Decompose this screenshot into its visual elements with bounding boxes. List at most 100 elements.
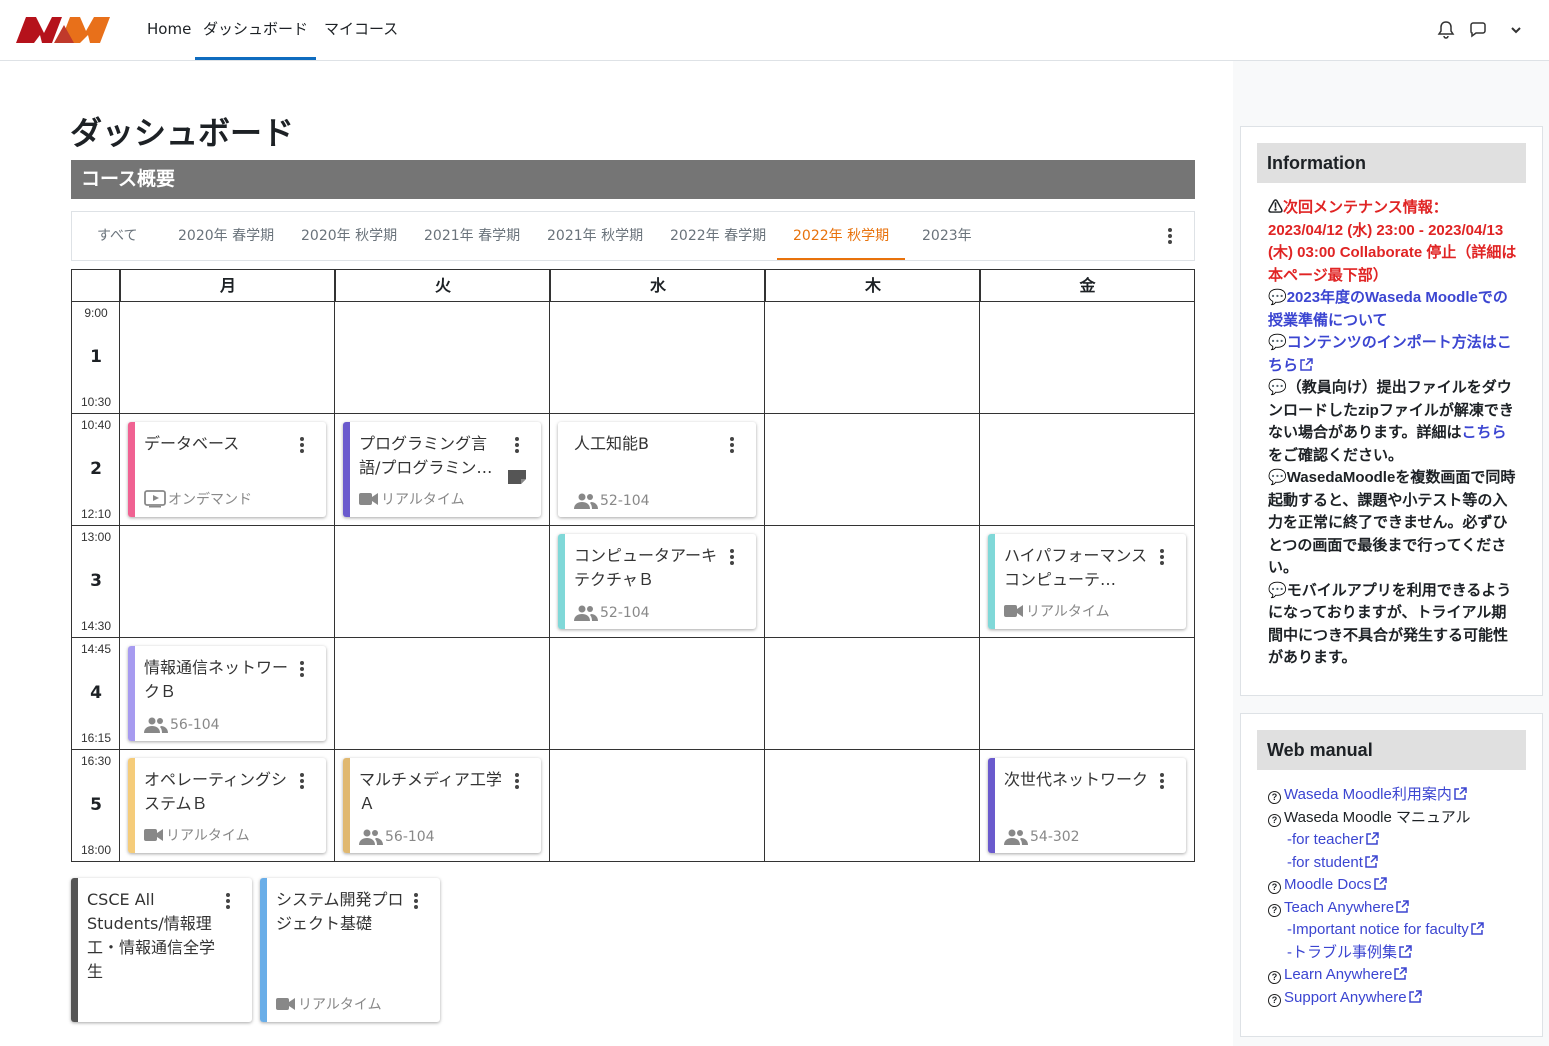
course-card[interactable]: プログラミング言語/プログラミン… リアルタイム bbox=[343, 422, 541, 517]
course-title[interactable]: 次世代ネットワーク bbox=[1004, 768, 1150, 816]
period-start-time: 13:00 bbox=[80, 530, 112, 544]
information-title: Information bbox=[1257, 143, 1526, 183]
course-card[interactable]: データベース オンデマンド bbox=[128, 422, 326, 517]
web-manual-block: Web manual ? Waseda Moodle利用案内 ? Waseda Mo… bbox=[1240, 713, 1543, 1037]
chat-icon: 💬 bbox=[1268, 334, 1287, 351]
course-card[interactable]: コンピュータアーキテクチャＢ 52-104 bbox=[558, 534, 756, 629]
course-title[interactable]: システム開発プロジェクト基礎 bbox=[276, 888, 404, 936]
course-card[interactable]: 情報通信ネットワークＢ 56-104 bbox=[128, 646, 326, 741]
course-meta: 56-104 bbox=[385, 829, 435, 845]
manual-link[interactable]: -for student bbox=[1287, 854, 1363, 871]
day-header-thu: 木 bbox=[765, 270, 980, 302]
manual-link[interactable]: -for teacher bbox=[1287, 831, 1364, 848]
question-icon: ? bbox=[1268, 813, 1281, 827]
course-card[interactable]: CSCE All Students/情報理工・情報通信全学生 bbox=[71, 878, 252, 1022]
manual-link[interactable]: Learn Anywhere bbox=[1284, 966, 1392, 983]
course-menu-icon[interactable] bbox=[724, 435, 740, 455]
question-icon: ? bbox=[1268, 791, 1281, 804]
tab-2020-spring[interactable]: 2020年 春学期 bbox=[162, 212, 290, 260]
manual-link[interactable]: Waseda Moodle利用案内 bbox=[1284, 786, 1452, 803]
period-number: 2 bbox=[90, 459, 102, 479]
course-color-bar bbox=[128, 758, 135, 853]
manual-link[interactable]: -Important notice for faculty bbox=[1287, 921, 1469, 938]
grid-line bbox=[764, 270, 765, 861]
external-link-icon bbox=[1300, 357, 1313, 371]
course-title[interactable]: データベース bbox=[144, 432, 290, 456]
course-meta: リアルタイム bbox=[298, 997, 382, 1013]
note-icon[interactable] bbox=[507, 469, 527, 485]
course-color-bar bbox=[343, 758, 350, 853]
course-menu-icon[interactable] bbox=[1154, 771, 1170, 791]
grid-line bbox=[979, 270, 980, 861]
course-card[interactable]: システム開発プロジェクト基礎 リアルタイム bbox=[260, 878, 440, 1022]
external-link-icon bbox=[1471, 922, 1484, 935]
site-logo[interactable] bbox=[16, 17, 110, 43]
period-start-time: 16:30 bbox=[80, 754, 112, 768]
course-color-bar bbox=[558, 422, 565, 517]
course-title[interactable]: CSCE All Students/情報理工・情報通信全学生 bbox=[87, 888, 216, 988]
course-color-bar bbox=[988, 758, 995, 853]
course-meta: 52-104 bbox=[600, 493, 650, 509]
course-menu-icon[interactable] bbox=[294, 435, 310, 455]
nav-dashboard[interactable]: ダッシュボード bbox=[195, 0, 317, 60]
course-menu-icon[interactable] bbox=[1154, 547, 1170, 567]
tab-all[interactable]: すべて bbox=[81, 212, 153, 260]
manual-link[interactable]: -トラブル事例集 bbox=[1287, 944, 1397, 961]
video-camera-icon bbox=[1004, 605, 1023, 617]
course-title[interactable]: 人工知能B bbox=[574, 432, 720, 456]
chevron-down-icon[interactable] bbox=[1506, 20, 1526, 40]
course-menu-icon[interactable] bbox=[509, 771, 525, 791]
day-header-tue: 火 bbox=[335, 270, 550, 302]
course-prep-link[interactable]: 2023年度のWaseda Moodleでの授業準備について bbox=[1268, 289, 1508, 329]
course-menu-icon[interactable] bbox=[294, 659, 310, 679]
period-number: 3 bbox=[90, 571, 102, 591]
top-navbar: Home ダッシュボード マイコース bbox=[0, 0, 1549, 61]
course-title[interactable]: コンピュータアーキテクチャＢ bbox=[574, 544, 720, 592]
zip-note-link[interactable]: こちら bbox=[1462, 424, 1507, 441]
course-title[interactable]: 情報通信ネットワークＢ bbox=[144, 656, 290, 704]
course-title[interactable]: ハイパフォーマンスコンピューテ… bbox=[1004, 544, 1150, 592]
tab-2021-fall[interactable]: 2021年 秋学期 bbox=[531, 212, 659, 260]
manual-text: Waseda Moodle マニュアル bbox=[1284, 808, 1471, 826]
maintenance-notice: 次回メンテナンス情報：2023/04/12 (水) 23:00 - 2023/0… bbox=[1268, 199, 1517, 284]
tabs-more-icon[interactable] bbox=[1162, 226, 1178, 246]
tab-2023[interactable]: 2023年 bbox=[906, 212, 988, 260]
course-card[interactable]: マルチメディア工学Ａ 56-104 bbox=[343, 758, 541, 853]
manual-item: ? Waseda Moodle利用案内 bbox=[1268, 784, 1484, 807]
course-menu-icon[interactable] bbox=[509, 435, 525, 455]
manual-link[interactable]: Teach Anywhere bbox=[1284, 899, 1394, 916]
manual-item: ? Support Anywhere bbox=[1268, 987, 1484, 1010]
period-end-time: 18:00 bbox=[80, 843, 112, 857]
tab-2021-spring[interactable]: 2021年 春学期 bbox=[408, 212, 536, 260]
period-number: 5 bbox=[90, 795, 102, 815]
period-end-time: 10:30 bbox=[80, 395, 112, 409]
course-menu-icon[interactable] bbox=[294, 771, 310, 791]
nav-home[interactable]: Home bbox=[147, 0, 191, 60]
manual-link[interactable]: Support Anywhere bbox=[1284, 989, 1407, 1006]
tab-2020-fall[interactable]: 2020年 秋学期 bbox=[285, 212, 413, 260]
course-card[interactable]: 次世代ネットワーク 54-302 bbox=[988, 758, 1186, 853]
course-title[interactable]: オペレーティングシステムＢ bbox=[144, 768, 290, 816]
people-icon bbox=[574, 493, 598, 509]
tab-2022-fall[interactable]: 2022年 秋学期 bbox=[777, 212, 906, 260]
course-color-bar bbox=[343, 422, 350, 517]
course-title[interactable]: マルチメディア工学Ａ bbox=[359, 768, 505, 816]
course-card[interactable]: 人工知能B 52-104 bbox=[558, 422, 756, 517]
course-color-bar bbox=[988, 534, 995, 629]
chat-icon: 💬 bbox=[1268, 289, 1287, 306]
course-title[interactable]: プログラミング言語/プログラミン… bbox=[359, 432, 505, 480]
manual-link[interactable]: Moodle Docs bbox=[1284, 876, 1372, 893]
bell-icon[interactable] bbox=[1436, 20, 1456, 40]
zip-note-end: をご確認ください。 bbox=[1268, 446, 1404, 464]
course-card[interactable]: オペレーティングシステムＢ リアルタイム bbox=[128, 758, 326, 853]
course-menu-icon[interactable] bbox=[408, 891, 424, 911]
nav-mycourses[interactable]: マイコース bbox=[324, 0, 398, 60]
period-end-time: 14:30 bbox=[80, 619, 112, 633]
course-menu-icon[interactable] bbox=[220, 891, 236, 911]
course-menu-icon[interactable] bbox=[724, 547, 740, 567]
chat-bubble-icon[interactable] bbox=[1468, 20, 1488, 40]
multi-window-note: WasedaMoodleを複数画面で同時起動すると、課題や小テスト等の入力を正常… bbox=[1268, 469, 1516, 576]
course-card[interactable]: ハイパフォーマンスコンピューテ… リアルタイム bbox=[988, 534, 1186, 629]
manual-item: -トラブル事例集 bbox=[1268, 942, 1484, 965]
tab-2022-spring[interactable]: 2022年 春学期 bbox=[654, 212, 782, 260]
